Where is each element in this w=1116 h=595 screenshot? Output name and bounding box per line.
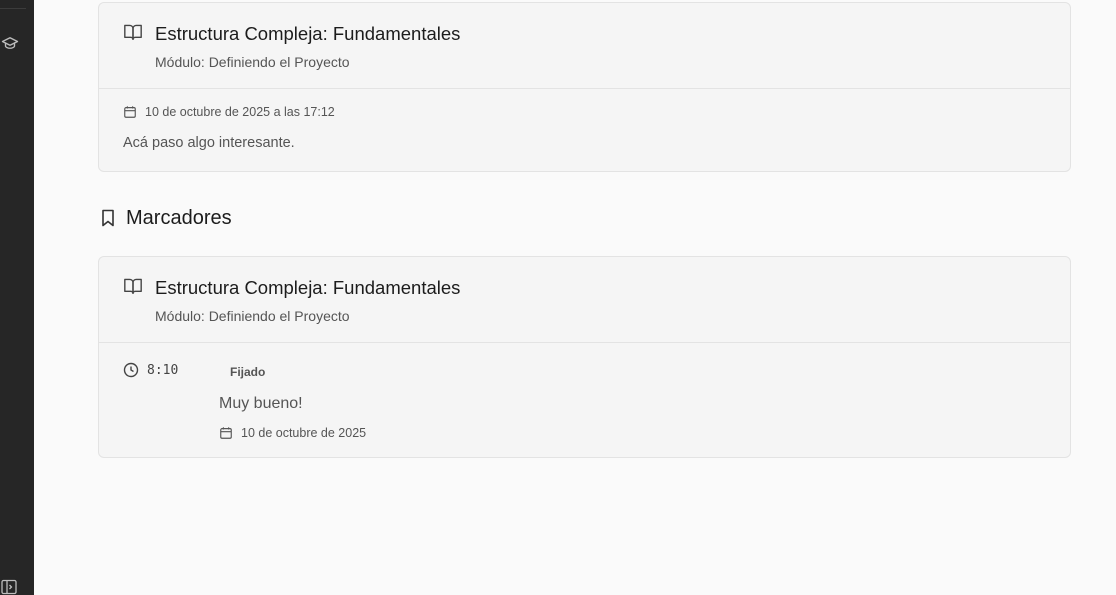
bookmark-timestamp[interactable]: 8:10 [147, 363, 178, 378]
sidebar-divider [0, 8, 26, 9]
note-text: Acá paso algo interesante. [123, 135, 295, 151]
graduation-cap-icon[interactable] [1, 34, 19, 52]
bookmark-note: Muy bueno! [219, 395, 303, 412]
calendar-icon [220, 427, 232, 439]
module-name: Módulo: Definiendo el Proyecto [155, 308, 350, 324]
bookmark-icon [102, 209, 114, 227]
sidebar [0, 0, 34, 595]
note-card[interactable]: Estructura Compleja: Fundamentales Módul… [98, 2, 1071, 172]
note-date: 10 de octubre de 2025 a las 17:12 [145, 105, 335, 119]
calendar-icon [124, 106, 136, 118]
book-open-icon [124, 24, 142, 41]
lesson-title[interactable]: Estructura Compleja: Fundamentales [155, 277, 460, 299]
card-header: Estructura Compleja: Fundamentales Módul… [99, 257, 1070, 343]
bookmarks-heading: Marcadores [98, 206, 398, 230]
section-title: Marcadores [126, 207, 232, 229]
card-header: Estructura Compleja: Fundamentales Módul… [99, 3, 1070, 89]
lesson-title[interactable]: Estructura Compleja: Fundamentales [155, 23, 460, 45]
bookmark-date: 10 de octubre de 2025 [241, 426, 367, 440]
module-name: Módulo: Definiendo el Proyecto [155, 54, 350, 70]
pinned-badge: Fijado [230, 365, 266, 379]
clock-icon [123, 362, 139, 378]
bookmark-card[interactable]: Estructura Compleja: Fundamentales Módul… [98, 256, 1071, 458]
book-open-icon [124, 278, 142, 295]
sidebar-toggle-icon[interactable] [1, 579, 17, 595]
